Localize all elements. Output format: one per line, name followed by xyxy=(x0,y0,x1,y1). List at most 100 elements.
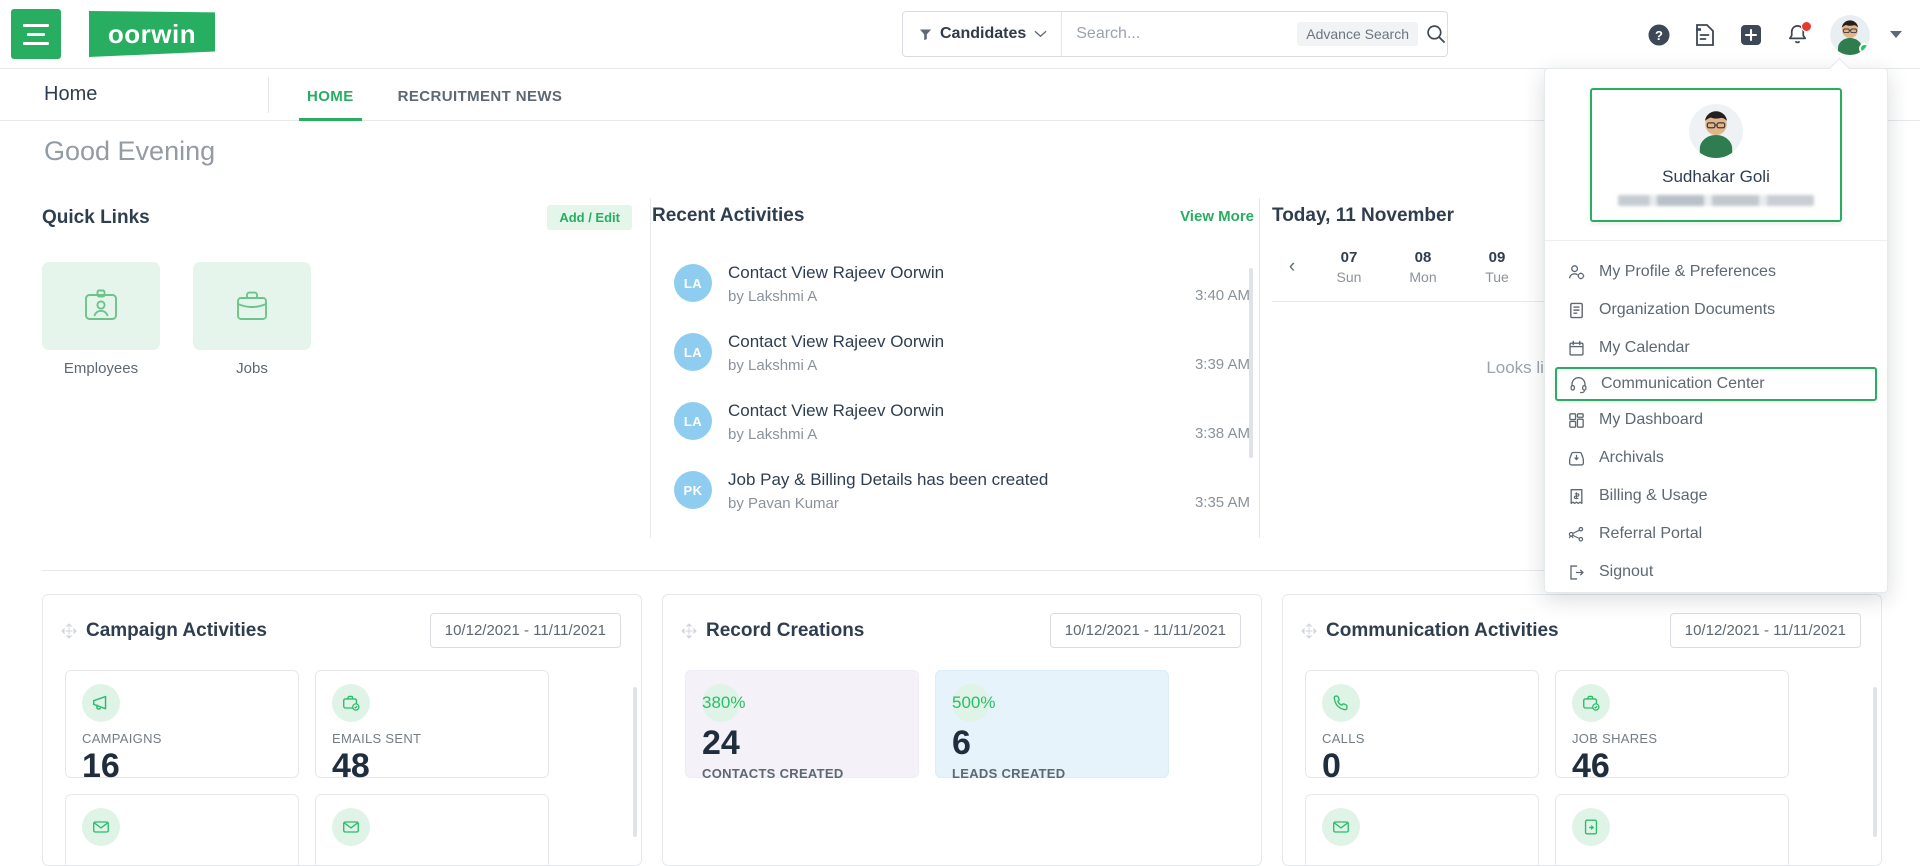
signout-icon xyxy=(1567,563,1586,582)
day-name: Tue xyxy=(1485,269,1509,285)
activity-author: by Lakshmi A xyxy=(728,426,818,443)
search-scope-label: Candidates xyxy=(940,25,1027,42)
stat-value: 0 xyxy=(1322,747,1341,785)
stat-value: 24 xyxy=(702,724,740,762)
megaphone-icon xyxy=(82,684,120,722)
campaign-activities-widget: Campaign Activities 10/12/2021 - 11/11/2… xyxy=(42,594,642,866)
stat-label: JOB SHARES xyxy=(1572,731,1658,746)
quick-link-employees[interactable]: Employees xyxy=(42,262,160,377)
archive-icon xyxy=(1567,449,1586,468)
stat-leads-created[interactable]: 500% 6 LEADS CREATED xyxy=(935,670,1169,781)
stat-emails-sent[interactable]: EMAILS SENT 48 xyxy=(315,670,549,785)
menu-item-label: My Dashboard xyxy=(1599,411,1704,428)
app-root: oorwin Candidates Advance Search xyxy=(0,0,1920,866)
stat-partial-d[interactable] xyxy=(1555,794,1789,865)
menu-item-label: Organization Documents xyxy=(1599,301,1776,318)
avatar[interactable] xyxy=(1830,14,1870,55)
menu-item-my-dashboard[interactable]: My Dashboard xyxy=(1545,401,1887,439)
hamburger-menu-icon[interactable] xyxy=(11,9,61,59)
notification-bell-icon[interactable] xyxy=(1784,20,1812,48)
menu-item-communication-center[interactable]: Communication Center xyxy=(1555,367,1877,401)
menu-item-label: Signout xyxy=(1599,563,1654,580)
menu-item-archivals[interactable]: Archivals xyxy=(1545,439,1887,477)
activity-title: Job Pay & Billing Details has been creat… xyxy=(728,470,1049,489)
menu-item-label: Billing & Usage xyxy=(1599,487,1708,504)
communication-activities-widget: Communication Activities 10/12/2021 - 11… xyxy=(1282,594,1882,866)
advance-search-button[interactable]: Advance Search xyxy=(1297,22,1418,46)
date-range-picker[interactable]: 10/12/2021 - 11/11/2021 xyxy=(1049,613,1241,648)
list-item[interactable]: PK Job Pay & Billing Details has been cr… xyxy=(652,456,1272,525)
profile-dropdown-menu: Sudhakar Goli My Profile & Preferences O… xyxy=(1544,57,1888,593)
stat-partial-c[interactable] xyxy=(1305,794,1539,865)
date-range-picker[interactable]: 10/12/2021 - 11/11/2021 xyxy=(429,613,621,648)
view-more-link[interactable]: View More xyxy=(1180,208,1254,225)
quick-links-panel: Quick Links Add / Edit Employees Jobs xyxy=(42,205,650,377)
activity-avatar: LA xyxy=(674,333,712,371)
drag-handle-icon[interactable] xyxy=(61,622,77,639)
profile-menu-caret-icon[interactable] xyxy=(1890,31,1902,38)
day-name: Sun xyxy=(1336,269,1362,285)
envelope-icon xyxy=(1322,808,1360,846)
menu-item-my-profile-preferences[interactable]: My Profile & Preferences xyxy=(1545,253,1887,291)
stat-contacts-created[interactable]: 380% 24 CONTACTS CREATED xyxy=(685,670,919,781)
stat-job-shares[interactable]: JOB SHARES 46 xyxy=(1555,670,1789,785)
activity-title: Contact View Rajeev Oorwin xyxy=(728,263,945,282)
date-range-picker[interactable]: 10/12/2021 - 11/11/2021 xyxy=(1669,613,1861,648)
list-item[interactable]: LA Contact View Rajeev Oorwin by Lakshmi… xyxy=(652,318,1272,387)
list-item[interactable]: LA Contact View Rajeev Oorwin by Lakshmi… xyxy=(652,387,1272,456)
menu-item-label: Communication Center xyxy=(1601,375,1765,392)
help-icon[interactable]: ? xyxy=(1646,22,1672,48)
stat-percent: 500% xyxy=(952,693,996,712)
day-name: Mon xyxy=(1409,269,1437,285)
profile-user-card[interactable]: Sudhakar Goli xyxy=(1590,88,1842,222)
add-icon[interactable] xyxy=(1738,22,1764,48)
menu-item-billing-usage[interactable]: Billing & Usage xyxy=(1545,477,1887,515)
menu-item-my-calendar[interactable]: My Calendar xyxy=(1545,329,1887,367)
profile-user-name: Sudhakar Goli xyxy=(1662,167,1770,186)
widget-title: Record Creations xyxy=(706,619,865,641)
briefcase-check-icon xyxy=(1572,684,1610,722)
stat-partial-b[interactable] xyxy=(315,794,549,865)
stat-calls[interactable]: CALLS 0 xyxy=(1305,670,1539,785)
stat-campaigns[interactable]: CAMPAIGNS 16 xyxy=(65,670,299,785)
activity-time: 3:40 AM xyxy=(1194,287,1250,304)
day-cell[interactable]: 07 Sun xyxy=(1312,249,1386,285)
activity-title: Contact View Rajeev Oorwin xyxy=(728,332,945,351)
recent-activities-panel: Recent Activities View More LA Contact V… xyxy=(652,205,1272,525)
menu-item-signout[interactable]: Signout xyxy=(1545,553,1887,591)
recent-activities-scrollbar[interactable] xyxy=(1249,268,1253,458)
search-scope-dropdown[interactable]: Candidates xyxy=(903,12,1063,56)
tab-recruitment-news[interactable]: RECRUITMENT NEWS xyxy=(390,88,571,121)
quick-link-jobs[interactable]: Jobs xyxy=(193,262,311,377)
widget-scrollbar[interactable] xyxy=(633,687,637,837)
widget-scrollbar[interactable] xyxy=(1873,687,1877,837)
report-icon[interactable] xyxy=(1692,22,1718,48)
stat-label: EMAILS SENT xyxy=(332,731,422,746)
app-logo[interactable]: oorwin xyxy=(89,11,215,57)
global-search-bar: Candidates Advance Search xyxy=(902,11,1448,57)
stat-percent: 380% xyxy=(702,693,746,712)
list-item[interactable]: LA Contact View Rajeev Oorwin by Lakshmi… xyxy=(652,249,1272,318)
filter-funnel-icon xyxy=(919,28,932,40)
drag-handle-icon[interactable] xyxy=(1301,622,1317,639)
day-number: 09 xyxy=(1488,249,1506,266)
activity-author: by Lakshmi A xyxy=(728,288,818,305)
menu-item-organization-documents[interactable]: Organization Documents xyxy=(1545,291,1887,329)
day-cell[interactable]: 09 Tue xyxy=(1460,249,1534,285)
online-status-dot xyxy=(1859,42,1870,54)
activity-avatar: PK xyxy=(674,471,712,509)
chevron-left-icon[interactable]: ‹ xyxy=(1272,256,1312,278)
menu-item-referral-portal[interactable]: Referral Portal xyxy=(1545,515,1887,553)
stat-value: 48 xyxy=(332,747,370,785)
search-input[interactable] xyxy=(1062,12,1298,56)
tab-home[interactable]: HOME xyxy=(299,88,362,121)
day-cell[interactable]: 08 Mon xyxy=(1386,249,1460,285)
menu-item-label: Referral Portal xyxy=(1599,525,1703,542)
widget-title: Campaign Activities xyxy=(86,619,267,641)
page-title: Good Evening xyxy=(44,136,216,166)
calendar-icon xyxy=(1567,339,1586,358)
search-submit-icon[interactable] xyxy=(1426,12,1447,56)
drag-handle-icon[interactable] xyxy=(681,622,697,639)
stat-partial-a[interactable] xyxy=(65,794,299,865)
quick-links-add-edit-button[interactable]: Add / Edit xyxy=(547,205,632,230)
